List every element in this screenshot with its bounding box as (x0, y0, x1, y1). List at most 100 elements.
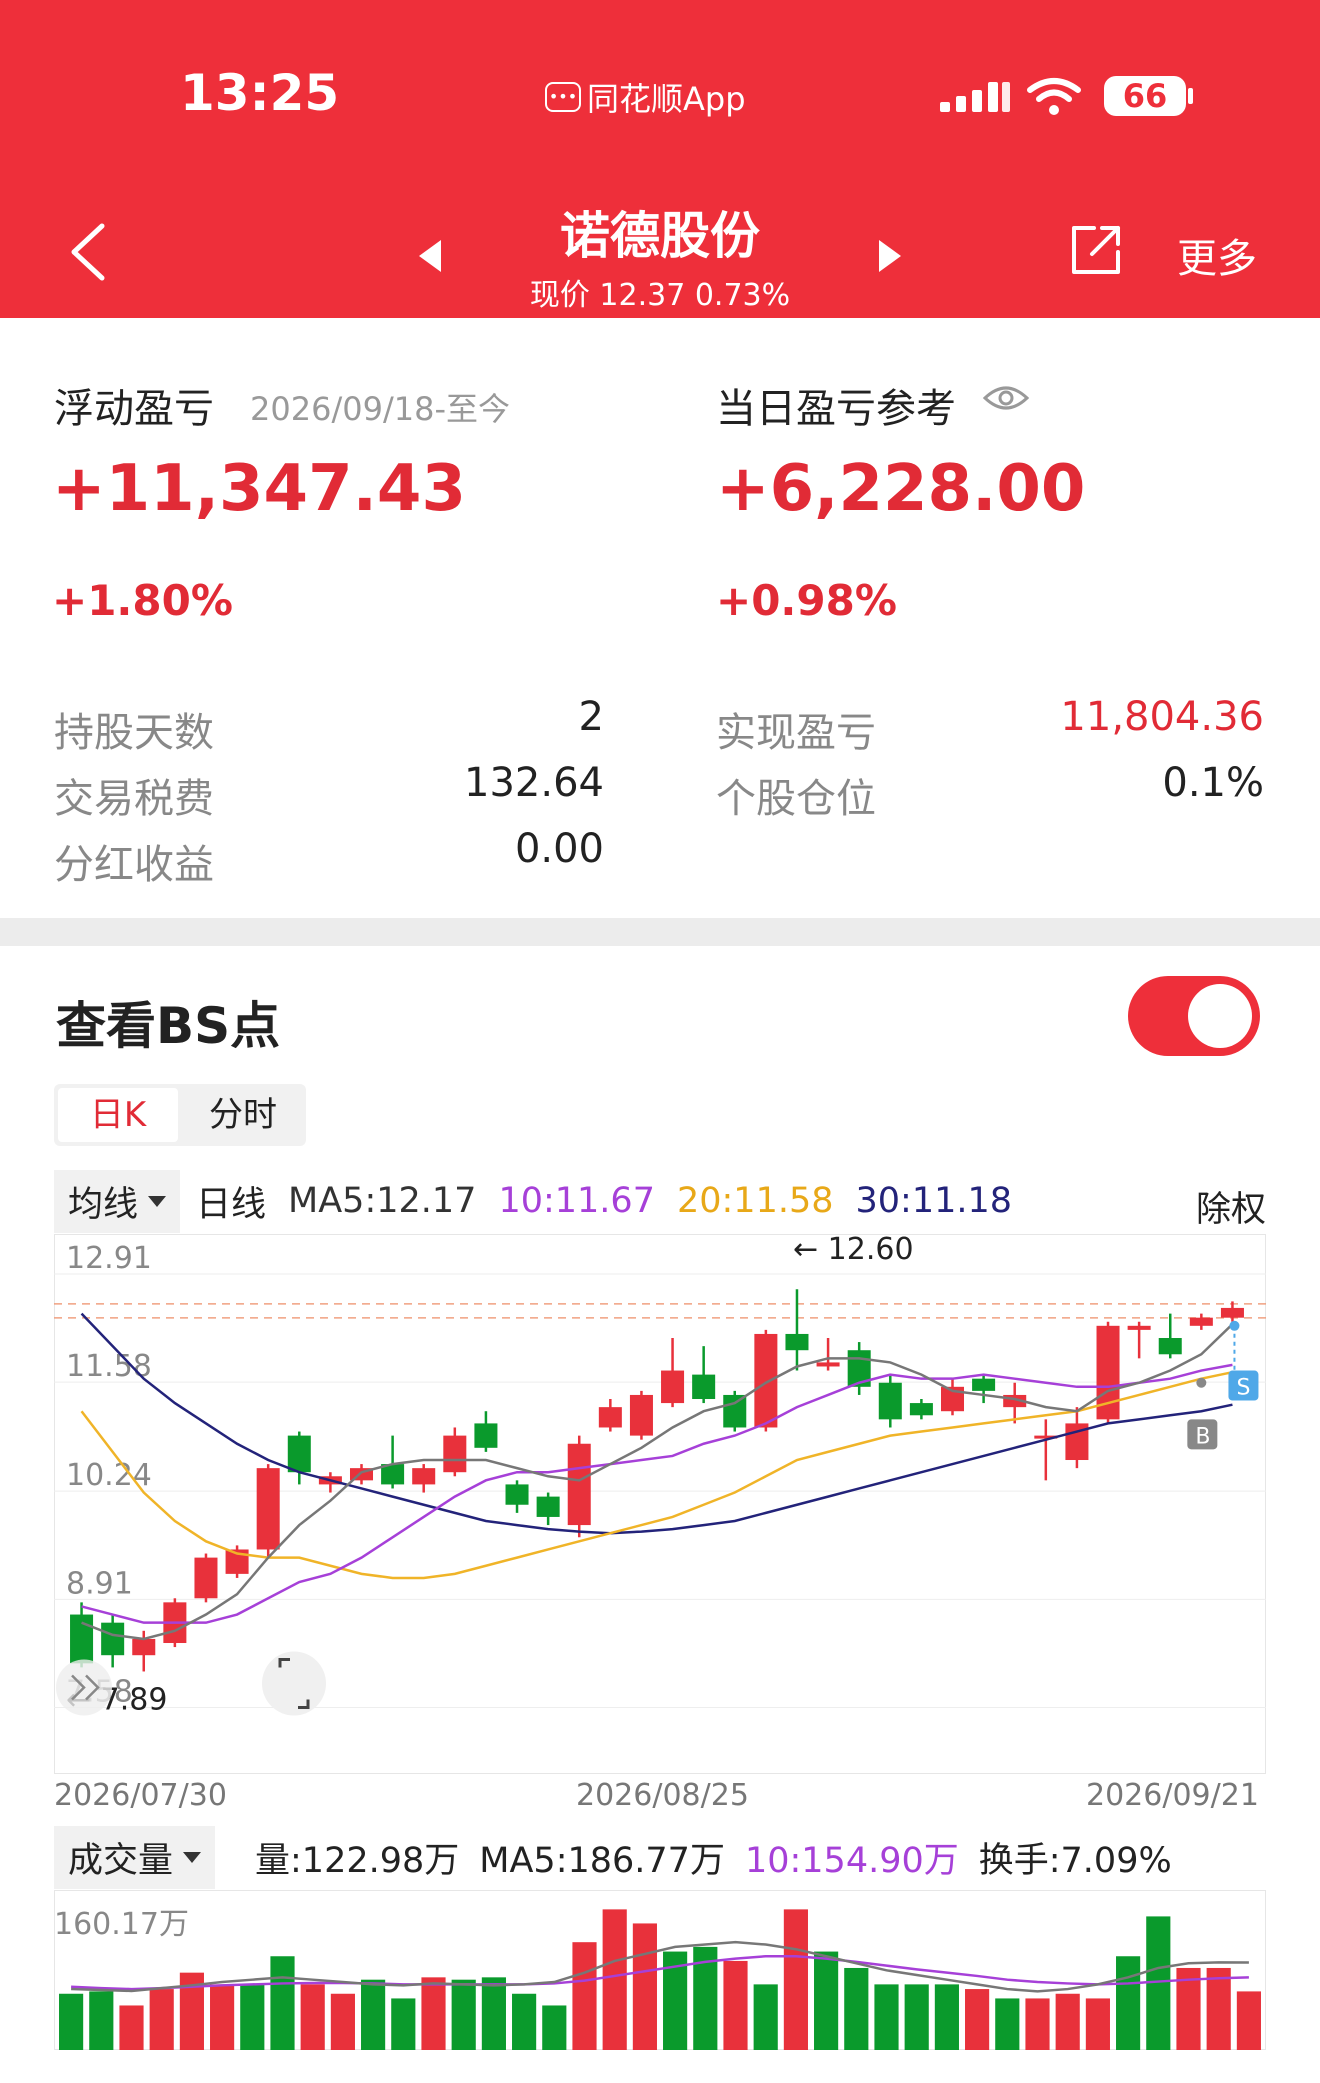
nav-header: 13:25 ••• 同花顺App 66 诺德股份 现价 12.37 0.73% … (0, 0, 1320, 318)
candle (785, 1289, 809, 1371)
candle-body (598, 1407, 622, 1428)
share-icon[interactable] (1068, 222, 1124, 278)
next-stock-icon[interactable] (875, 238, 905, 274)
tab-intraday[interactable]: 分时 (184, 1088, 302, 1142)
volume-bar (542, 2005, 567, 2050)
volume-bar (1116, 1956, 1141, 2050)
candle (1034, 1419, 1058, 1481)
candle (816, 1338, 840, 1371)
dropdown-arrow-icon (148, 1195, 167, 1207)
candle-body (287, 1435, 311, 1473)
volume-bar (89, 1991, 114, 2050)
daily-pl-label: 当日盈亏参考 (716, 386, 956, 432)
volume-chart: 160.17万 (54, 1890, 1266, 2050)
battery-level: 66 (1104, 76, 1186, 116)
volume-selector[interactable]: 成交量 (54, 1825, 216, 1889)
ma20-line (80, 1370, 1233, 1580)
high-annotation: ← 12.60 (793, 1234, 914, 1267)
candle (1220, 1301, 1244, 1322)
candle (1189, 1313, 1213, 1330)
buy-dot (1196, 1377, 1207, 1388)
battery-icon: 66 (1104, 74, 1194, 118)
ma5-value: MA5:12.17 (288, 1181, 477, 1221)
candle (1096, 1321, 1120, 1424)
more-button[interactable]: 更多 (1177, 226, 1257, 284)
status-time: 13:25 (180, 64, 340, 122)
hold-days-value: 2 (578, 694, 604, 740)
volume-bar (602, 1909, 627, 2050)
volume-bar (59, 1993, 84, 2050)
candle-body (723, 1394, 747, 1428)
volume-bar (874, 1984, 899, 2050)
volume-bar (421, 1977, 446, 2050)
adjust-button[interactable]: 除权 (1196, 1181, 1266, 1232)
floating-pl-value: +11,347.43 (52, 452, 466, 526)
ma-legend-bar: 均线 日线 MA5:12.17 10:11.67 20:11.58 30:11.… (54, 1169, 1266, 1233)
ma10-line (81, 1363, 1233, 1624)
candle (692, 1346, 716, 1404)
candle-body (505, 1484, 529, 1505)
volume-bar (904, 1984, 929, 2050)
volume-bar (723, 1960, 748, 2050)
eye-icon[interactable] (982, 382, 1030, 414)
bs-title: 查看BS点 (56, 997, 281, 1055)
volume-bar (1055, 1993, 1080, 2050)
prev-stock-icon[interactable] (415, 238, 445, 274)
x-label-end: 2026/09/21 (1086, 1778, 1259, 1813)
candle (567, 1435, 591, 1538)
ma5-line (81, 1323, 1234, 1641)
bs-toggle[interactable] (1128, 976, 1260, 1056)
candle (661, 1338, 685, 1408)
volume-selector-label: 成交量 (68, 1840, 174, 1881)
y-tick-label: 11.58 (66, 1349, 152, 1384)
stock-price-subtitle: 现价 12.37 0.73% (529, 278, 791, 313)
volume-bar (330, 1993, 355, 2050)
volume-bar (995, 1998, 1020, 2050)
volume-bar (210, 1984, 235, 2050)
y-tick-label: 8.91 (66, 1566, 133, 1601)
candle (349, 1464, 374, 1485)
daily-pl-pct: +0.98% (716, 576, 897, 625)
realized-label: 实现盈亏 (716, 710, 876, 756)
candle-body (785, 1333, 809, 1351)
app-logo-icon: ••• (545, 82, 581, 112)
ma10-value: 10:11.67 (498, 1181, 655, 1221)
candle (70, 1602, 94, 1668)
volume-bar (1206, 1967, 1231, 2050)
buy-marker-label: B (1195, 1424, 1210, 1449)
candle-body (1189, 1317, 1213, 1326)
candle (1158, 1313, 1182, 1359)
chart-mode-tabs: 日K 分时 (54, 1084, 306, 1146)
volume-bar (451, 1979, 476, 2050)
candle-body (754, 1333, 778, 1428)
ma-selector[interactable]: 均线 (54, 1169, 181, 1233)
dividend-value: 0.00 (514, 826, 604, 872)
candle-body (1127, 1325, 1151, 1330)
candle-body (256, 1468, 280, 1550)
candle (1065, 1407, 1089, 1469)
volume-bar (119, 2005, 144, 2050)
candlestick-chart[interactable]: 12.9111.5810.248.917.58← 12.60← 7.89BS (54, 1234, 1266, 1774)
ma30-value: 30:11.18 (855, 1181, 1013, 1221)
candle (256, 1464, 280, 1558)
volume-bar (572, 1942, 597, 2050)
back-icon[interactable] (66, 222, 116, 282)
volume-bar (783, 1909, 808, 2050)
candle-body (194, 1557, 218, 1599)
volume-bar (965, 1989, 990, 2050)
candle-body (661, 1370, 685, 1404)
dropdown-arrow-icon (183, 1851, 202, 1863)
candle-body (474, 1423, 498, 1448)
battery-tip (1188, 88, 1193, 104)
candle-body (536, 1496, 560, 1517)
candle-body (629, 1394, 653, 1436)
position-value: 0.1% (1162, 760, 1264, 806)
y-tick-label: 12.91 (66, 1241, 152, 1276)
tab-day-k[interactable]: 日K (58, 1088, 178, 1142)
status-app-name: ••• 同花顺App (545, 74, 746, 120)
expand-button (262, 1651, 326, 1716)
ma-selector-label: 均线 (68, 1184, 139, 1225)
volume-ma10-line (71, 1955, 1249, 1991)
signal-icon (940, 82, 1010, 112)
chart-frame (54, 1234, 1266, 1774)
